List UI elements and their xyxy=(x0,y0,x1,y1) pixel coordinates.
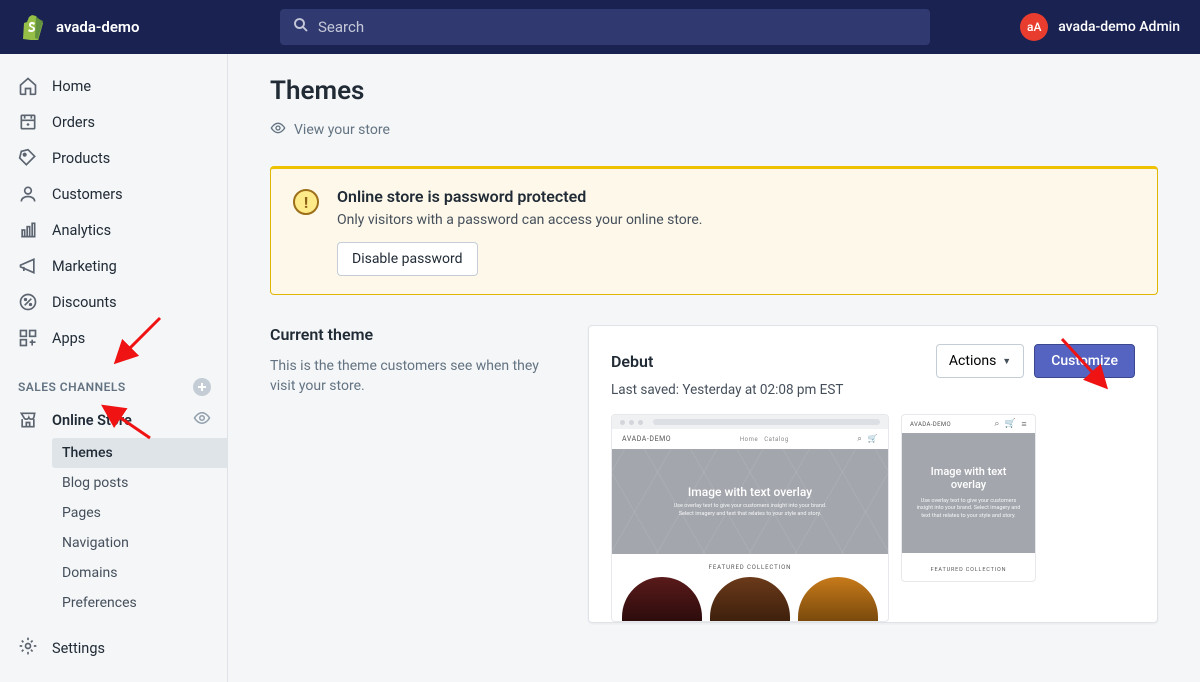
desktop-preview: AVADA-DEMO Home Catalog ⌕🛒 Image with tex… xyxy=(611,414,889,622)
warning-icon: ! xyxy=(293,189,319,215)
analytics-icon xyxy=(18,220,38,240)
preview-mobile-hero-title: Image with text overlay xyxy=(912,465,1025,491)
password-banner: ! Online store is password protected Onl… xyxy=(270,166,1158,295)
avatar[interactable]: aA xyxy=(1020,13,1048,41)
online-store-icon xyxy=(18,410,38,430)
subnav-navigation[interactable]: Navigation xyxy=(52,528,227,558)
nav-settings[interactable]: Settings xyxy=(0,628,227,668)
subnav-themes[interactable]: Themes xyxy=(52,438,227,468)
disable-password-button[interactable]: Disable password xyxy=(337,242,478,276)
banner-title: Online store is password protected xyxy=(337,187,702,206)
nav-label: Apps xyxy=(52,330,85,347)
subnav-domains[interactable]: Domains xyxy=(52,558,227,588)
home-icon xyxy=(18,76,38,96)
preview-mobile-featured: FEATURED COLLECTION xyxy=(902,553,1035,581)
chevron-down-icon: ▼ xyxy=(1002,356,1011,367)
admin-name: avada-demo Admin xyxy=(1058,19,1180,35)
settings-label: Settings xyxy=(52,640,105,657)
discounts-icon xyxy=(18,292,38,312)
nav-analytics[interactable]: Analytics xyxy=(0,212,227,248)
theme-name: Debut xyxy=(611,352,653,371)
channel-label: Online Store xyxy=(52,412,132,429)
nav-label: Home xyxy=(52,78,91,95)
preview-brand: AVADA-DEMO xyxy=(622,435,671,443)
top-bar: avada-demo aA avada-demo Admin xyxy=(0,0,1200,54)
add-channel-button[interactable] xyxy=(193,378,211,396)
subnav-blog-posts[interactable]: Blog posts xyxy=(52,468,227,498)
nav-marketing[interactable]: Marketing xyxy=(0,248,227,284)
current-theme-description: This is the theme customers see when the… xyxy=(270,356,558,397)
nav-products[interactable]: Products xyxy=(0,140,227,176)
search-input[interactable] xyxy=(318,18,918,36)
nav-customers[interactable]: Customers xyxy=(0,176,227,212)
preview-mobile-hero-sub: Use overlay text to give your customers … xyxy=(912,498,1025,521)
search-bar[interactable] xyxy=(280,9,930,45)
customers-icon xyxy=(18,184,38,204)
preview-nav-home: Home xyxy=(740,436,758,443)
last-saved-text: Last saved: Yesterday at 02:08 pm EST xyxy=(611,382,1135,398)
sales-channels-heading: SALES CHANNELS xyxy=(18,380,126,394)
nav-home[interactable]: Home xyxy=(0,68,227,104)
nav-label: Products xyxy=(52,150,110,167)
eye-icon xyxy=(270,120,286,140)
view-your-store-link[interactable]: View your store xyxy=(270,120,1158,140)
actions-label: Actions xyxy=(949,353,996,369)
browser-chrome xyxy=(612,415,888,429)
nav-discounts[interactable]: Discounts xyxy=(0,284,227,320)
main-content: Themes View your store ! Online store is… xyxy=(228,54,1200,682)
nav-label: Marketing xyxy=(52,258,117,275)
preview-hero-sub: Select imagery and text that relates to … xyxy=(679,511,822,519)
theme-card: Debut Actions ▼ Customize Last saved: Ye… xyxy=(588,325,1158,623)
marketing-icon xyxy=(18,256,38,276)
view-store-icon[interactable] xyxy=(193,409,211,431)
preview-featured-label: FEATURED COLLECTION xyxy=(612,554,888,573)
search-icon xyxy=(292,16,310,38)
page-title: Themes xyxy=(270,76,1158,106)
nav-label: Discounts xyxy=(52,294,117,311)
preview-nav-catalog: Catalog xyxy=(764,436,789,443)
subnav-pages[interactable]: Pages xyxy=(52,498,227,528)
orders-icon xyxy=(18,112,38,132)
view-store-label: View your store xyxy=(294,122,390,138)
preview-products xyxy=(612,573,888,621)
preview-header-icons: ⌕🛒 xyxy=(857,434,878,444)
nav-orders[interactable]: Orders xyxy=(0,104,227,140)
subnav-preferences[interactable]: Preferences xyxy=(52,588,227,618)
nav-label: Orders xyxy=(52,114,95,131)
products-icon xyxy=(18,148,38,168)
nav-apps[interactable]: Apps xyxy=(0,320,227,356)
banner-subtitle: Only visitors with a password can access… xyxy=(337,212,702,228)
customize-button[interactable]: Customize xyxy=(1034,344,1135,378)
apps-icon xyxy=(18,328,38,348)
store-name: avada-demo xyxy=(56,18,139,36)
settings-icon xyxy=(18,636,38,660)
sidebar: Home Orders Products Customers Analytics… xyxy=(0,54,228,682)
nav-label: Customers xyxy=(52,186,123,203)
preview-hero-sub: Use overlay text to give your customers … xyxy=(674,503,827,511)
current-theme-heading: Current theme xyxy=(270,325,558,344)
shopify-logo-icon xyxy=(20,14,44,40)
nav-label: Analytics xyxy=(52,222,111,239)
mobile-preview: AVADA-DEMO ⌕🛒≡ Image with text overlay U… xyxy=(901,414,1036,582)
actions-dropdown-button[interactable]: Actions ▼ xyxy=(936,344,1024,378)
preview-brand-mobile: AVADA-DEMO xyxy=(910,421,951,428)
preview-mobile-icons: ⌕🛒≡ xyxy=(994,419,1027,430)
sidebar-online-store[interactable]: Online Store xyxy=(0,402,227,438)
preview-hero-title: Image with text overlay xyxy=(688,485,812,499)
theme-previews: AVADA-DEMO Home Catalog ⌕🛒 Image with tex… xyxy=(611,414,1135,622)
